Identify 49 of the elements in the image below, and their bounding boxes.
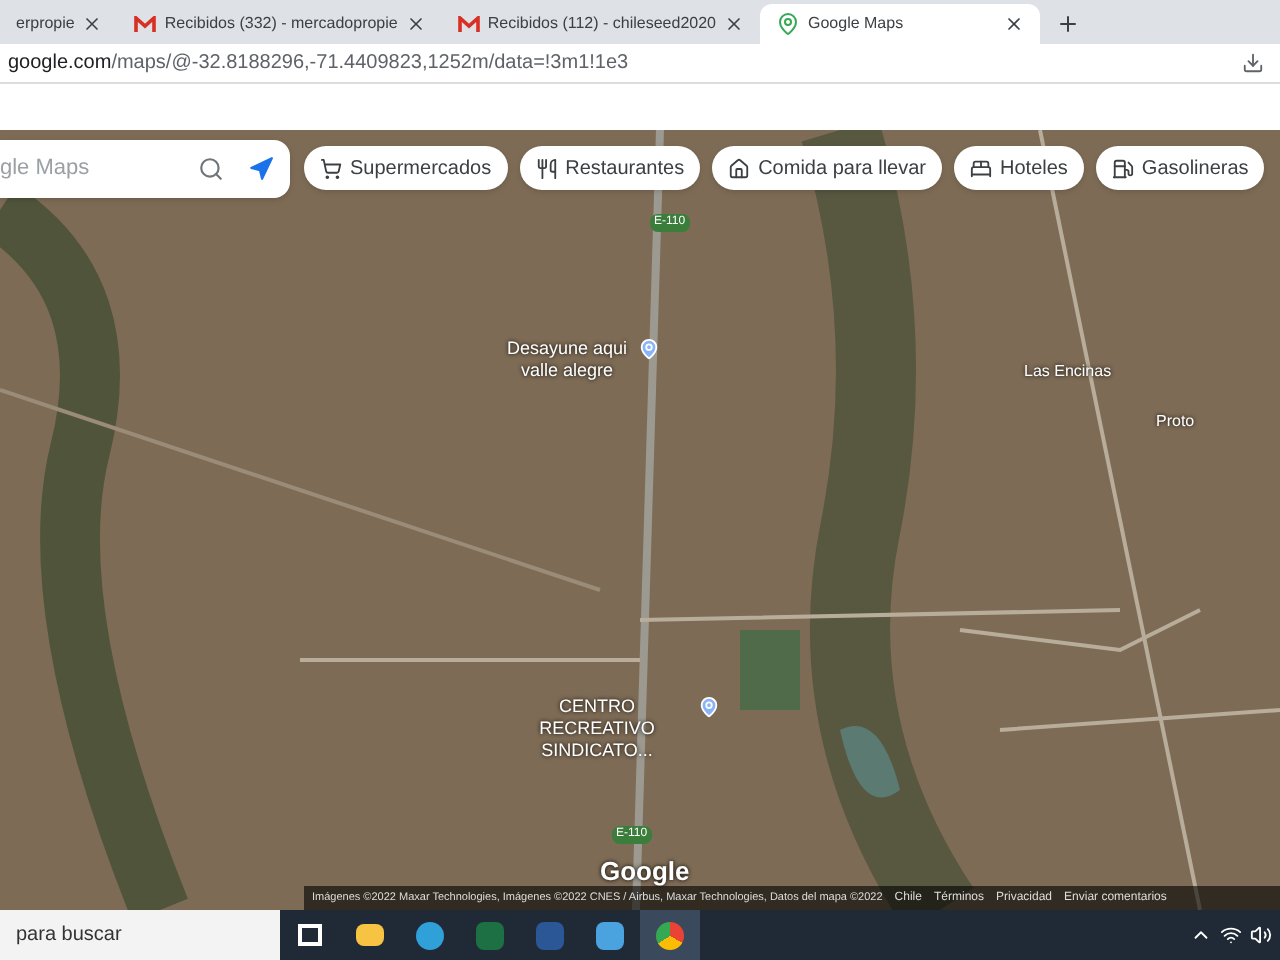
close-icon[interactable] — [724, 14, 744, 34]
takeout-icon — [728, 157, 751, 179]
map-pin-icon — [776, 12, 800, 36]
url-text: google.com/maps/@-32.8188296,-71.4409823,1252m/data=!3m1!1e3 — [8, 50, 631, 78]
search-placeholder: para buscar — [16, 922, 122, 950]
directions-icon[interactable] — [248, 156, 274, 182]
photos-icon[interactable] — [596, 921, 624, 949]
task-view-icon[interactable] — [298, 924, 322, 946]
browser-tab[interactable]: Recibidos (332) - mercadopropie — [118, 4, 442, 44]
close-icon[interactable] — [82, 14, 103, 34]
close-icon[interactable] — [405, 14, 426, 34]
road-label: Las Encinas — [1024, 360, 1112, 384]
spreadsheet-icon[interactable] — [476, 921, 504, 949]
category-chip[interactable]: Hoteles — [954, 146, 1084, 190]
place-label[interactable]: Desayune aqui valle alegre — [500, 338, 634, 382]
category-chip[interactable]: Comida para llevar — [712, 146, 943, 190]
bed-icon — [970, 157, 993, 179]
browser-tab[interactable]: erpropie — [0, 4, 119, 44]
tab-title: erpropie — [16, 12, 75, 36]
mail-icon — [457, 15, 480, 33]
food-icon — [535, 157, 558, 179]
new-tab-icon[interactable] — [1056, 12, 1080, 36]
category-chip[interactable]: Restaurantes — [519, 146, 701, 190]
search-icon[interactable] — [198, 156, 224, 182]
search-placeholder: gle Maps — [0, 154, 92, 185]
taskbar-search[interactable]: para buscar — [0, 910, 280, 960]
close-icon[interactable] — [1004, 14, 1024, 34]
place-label[interactable]: CENTRO RECREATIVO SINDICATO... — [500, 696, 694, 762]
category-chip[interactable]: Supermercados — [304, 146, 508, 190]
mail-icon — [134, 15, 157, 33]
fuel-icon — [1111, 157, 1134, 179]
category-chip[interactable]: Gasolineras — [1095, 146, 1265, 190]
tab-title: Google Maps — [808, 12, 906, 36]
download-icon[interactable] — [1242, 52, 1264, 74]
satellite-map[interactable] — [0, 130, 1280, 910]
browser-icon[interactable] — [416, 921, 444, 949]
browser-tab[interactable]: Google Maps — [760, 4, 1040, 44]
road-label: Proto — [1156, 410, 1195, 434]
map-pin-icon[interactable] — [638, 338, 660, 360]
wifi-icon[interactable] — [1220, 924, 1242, 946]
tab-title: Recibidos (112) - chileseed2020 — [487, 12, 716, 36]
speaker-icon[interactable] — [1250, 924, 1272, 946]
tab-title: Recibidos (332) - mercadopropie — [164, 12, 398, 36]
chrome-icon[interactable] — [656, 921, 684, 949]
folder-icon[interactable] — [356, 924, 384, 946]
browser-tab[interactable]: Recibidos (112) - chileseed2020 — [441, 4, 760, 44]
google-logo: Google — [600, 854, 690, 890]
cart-icon — [320, 157, 342, 179]
map-pin-icon[interactable] — [698, 696, 720, 718]
